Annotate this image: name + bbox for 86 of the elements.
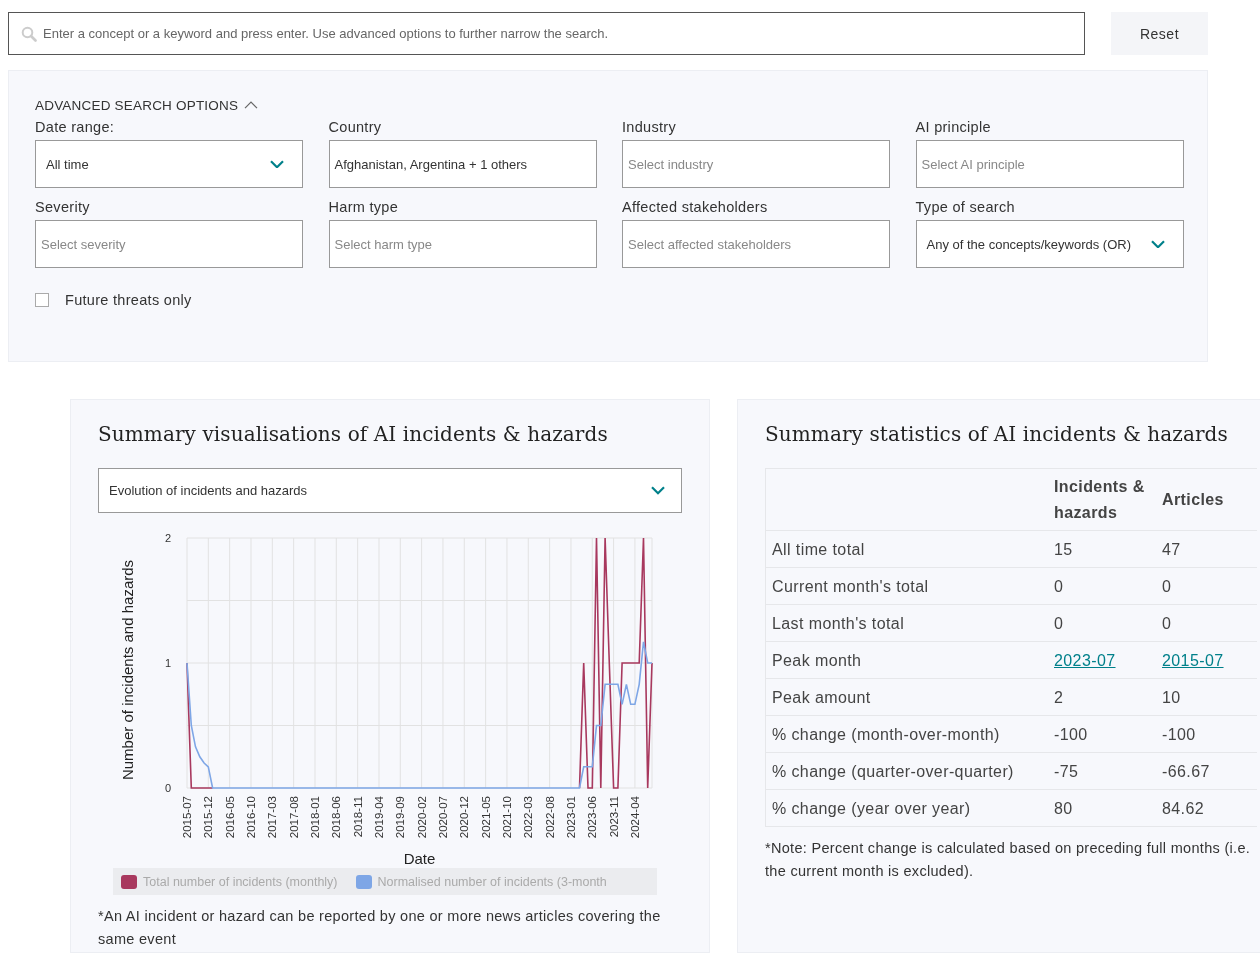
axis-tick-label: 2018-11 bbox=[351, 796, 364, 838]
card-title: Summary statistics of AI incidents & hazards bbox=[765, 422, 1229, 446]
axis-tick-label: 2017-08 bbox=[287, 796, 300, 839]
table-cell: 0 bbox=[1048, 567, 1156, 605]
axis-tick-label: 2023-11 bbox=[607, 796, 620, 838]
select-field[interactable]: All time bbox=[35, 140, 303, 188]
table-cell: 0 bbox=[1156, 567, 1257, 605]
table-cell: 2 bbox=[1048, 678, 1156, 716]
row-label: % change (year over year) bbox=[765, 789, 1048, 827]
advanced-options-toggle[interactable]: ADVANCED SEARCH OPTIONS bbox=[35, 98, 259, 113]
column-header: Incidents & hazards bbox=[1048, 468, 1156, 531]
axis-tick-label: 2021-10 bbox=[500, 796, 513, 839]
field-label: Date range: bbox=[35, 119, 116, 135]
table-cell: 10 bbox=[1156, 678, 1257, 716]
card-title: Summary visualisations of AI incidents & hazards bbox=[98, 422, 609, 446]
chevron-icon bbox=[244, 101, 259, 110]
chevron-icon bbox=[651, 486, 665, 495]
column-header: Articles bbox=[1156, 468, 1257, 531]
field-label: Harm type bbox=[328, 199, 400, 215]
chevron-icon bbox=[270, 159, 284, 169]
table-cell: 15 bbox=[1048, 530, 1156, 568]
reset-button[interactable]: Reset bbox=[1111, 12, 1208, 55]
month-link[interactable]: 2023-07 bbox=[1054, 651, 1116, 669]
legend-swatch bbox=[355, 874, 372, 889]
row-label: % change (quarter-over-quarter) bbox=[765, 752, 1048, 790]
axis-tick-label: 2023-01 bbox=[564, 796, 577, 839]
axis-tick-label: 2016-05 bbox=[223, 796, 236, 839]
field-label: Type of search bbox=[915, 199, 1016, 215]
input-field[interactable]: Afghanistan, Argentina + 1 others bbox=[328, 140, 597, 188]
axis-tick-label: 2016-10 bbox=[245, 796, 257, 839]
input-field[interactable]: Select harm type bbox=[328, 220, 597, 268]
axis-tick-label: 2018-06 bbox=[330, 796, 343, 839]
search-icon bbox=[21, 26, 37, 42]
axis-tick-label: 2020-07 bbox=[436, 796, 449, 839]
row-label: All time total bbox=[765, 530, 1048, 568]
axis-tick-label: 1 bbox=[164, 657, 171, 669]
table-cell: -66.67 bbox=[1156, 752, 1257, 790]
axis-tick-label: 2 bbox=[164, 532, 171, 544]
axis-tick-label: 2022-03 bbox=[522, 796, 535, 839]
row-label: Peak month bbox=[765, 641, 1048, 679]
axis-tick-label: 2024-04 bbox=[628, 796, 641, 839]
checkbox-label: Future threats only bbox=[65, 292, 192, 308]
row-label: Peak amount bbox=[765, 678, 1048, 716]
chevron-icon bbox=[1150, 239, 1165, 249]
axis-tick-label: 2020-02 bbox=[415, 796, 428, 839]
axis-tick-label: 2019-09 bbox=[394, 796, 407, 839]
month-link[interactable]: 2015-07 bbox=[1162, 651, 1224, 669]
input-field[interactable]: Select affected stakeholders bbox=[622, 220, 890, 268]
table-cell: 80 bbox=[1048, 789, 1156, 827]
table-cell: 47 bbox=[1156, 530, 1257, 568]
table-cell: 0 bbox=[1156, 604, 1257, 642]
axis-tick-label: 2018-01 bbox=[309, 796, 321, 839]
field-label: Affected stakeholders bbox=[622, 199, 769, 215]
field-label: Severity bbox=[35, 199, 91, 215]
row-label: Current month's total bbox=[765, 567, 1048, 605]
axis-tick-label: 2015-07 bbox=[181, 796, 193, 839]
input-field[interactable]: Select AI principle bbox=[915, 140, 1184, 188]
table-cell: -100 bbox=[1048, 715, 1156, 753]
chart-select[interactable]: Evolution of incidents and hazards bbox=[98, 468, 682, 513]
legend-swatch bbox=[121, 874, 137, 889]
table-cell: -75 bbox=[1048, 752, 1156, 790]
field-label: AI principle bbox=[915, 119, 992, 135]
footnote: *Note: Percent change is calculated based on preceding full months (i.e. the current month is excluded). bbox=[765, 839, 1252, 881]
footnote: *An AI incident or hazard can be reported by one or more news articles covering the same event bbox=[98, 907, 662, 949]
axis-title: Number of incidents and hazards bbox=[119, 559, 136, 781]
axis-tick-label: 0 bbox=[164, 782, 171, 794]
checkbox[interactable] bbox=[35, 293, 49, 307]
table-cell: 0 bbox=[1048, 604, 1156, 642]
axis-tick-label: 2017-03 bbox=[266, 796, 279, 839]
input-field[interactable]: Select industry bbox=[622, 140, 890, 188]
table-cell: 84.62 bbox=[1156, 789, 1257, 827]
row-label: Last month's total bbox=[765, 604, 1048, 642]
axis-tick-label: 2019-04 bbox=[372, 796, 385, 839]
search-field[interactable]: Enter a concept or a keyword and press enter. Use advanced options to further narrow the search. bbox=[8, 12, 1085, 55]
axis-tick-label: 2015-12 bbox=[202, 796, 215, 839]
field-label: Country bbox=[328, 119, 383, 135]
table-cell: -100 bbox=[1156, 715, 1257, 753]
select-field[interactable]: Any of the concepts/keywords (OR) bbox=[915, 220, 1184, 268]
axis-tick-label: 2022-08 bbox=[543, 796, 556, 839]
axis-tick-label: 2023-06 bbox=[586, 796, 599, 839]
row-label: % change (month-over-month) bbox=[765, 715, 1048, 753]
axis-tick-label: 2021-05 bbox=[479, 796, 492, 839]
axis-tick-label: 2020-12 bbox=[458, 796, 471, 839]
input-field[interactable]: Select severity bbox=[35, 220, 303, 268]
field-label: Industry bbox=[622, 119, 677, 135]
axis-title: Date bbox=[403, 850, 436, 867]
